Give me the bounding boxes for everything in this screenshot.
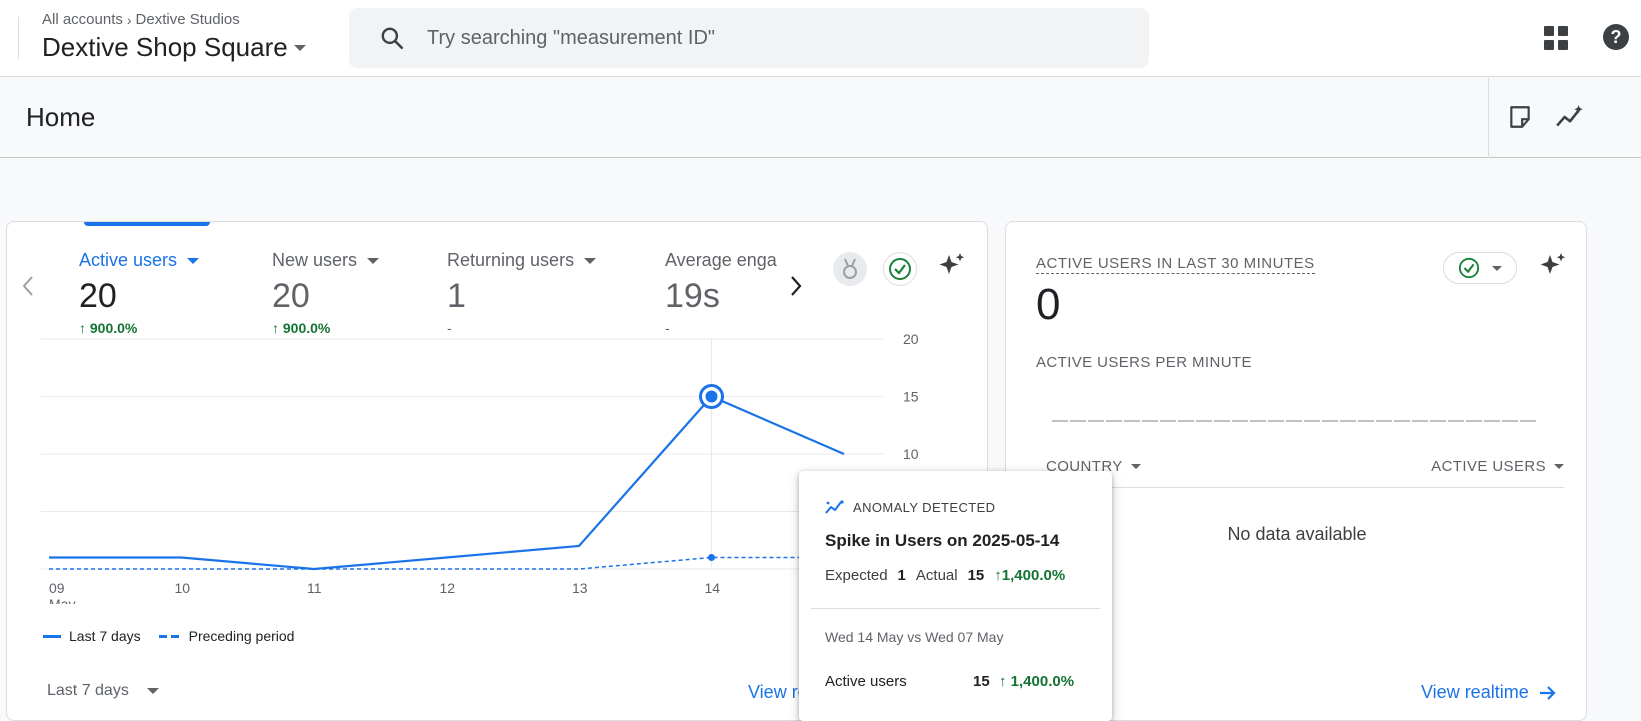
active-tab-indicator [84, 222, 210, 226]
sparkle-icon[interactable] [1538, 252, 1568, 287]
anomaly-header-label: ANOMALY DETECTED [853, 499, 996, 515]
anomaly-title: Spike in Users on 2025-05-14 [825, 531, 1060, 550]
search-icon [379, 25, 405, 56]
anomaly-header: ANOMALY DETECTED [825, 499, 995, 515]
metric-returning-users[interactable]: Returning users 1 - [447, 250, 597, 336]
breadcrumb-account[interactable]: Dextive Studios [136, 11, 240, 28]
highlight-point [705, 390, 718, 403]
caret-down-icon [187, 257, 200, 264]
anomaly-metric-row: Active users 15 ↑ 1,400.0% [825, 673, 1087, 690]
page-header: Home [0, 78, 1641, 158]
caret-down-icon [1492, 265, 1502, 271]
property-name: Dextive Shop Square [42, 32, 288, 62]
date-range-label: Last 7 days [47, 682, 129, 699]
metric-label: New users [272, 250, 358, 270]
realtime-value: 0 [1036, 280, 1061, 329]
x-tick-label: 09 [49, 580, 65, 596]
note-icon[interactable] [1507, 104, 1533, 135]
legend-item-previous: Preceding period [158, 628, 295, 644]
y-tick-label: 10 [903, 446, 919, 462]
x-tick-label: 12 [440, 580, 456, 596]
solid-line-swatch [43, 634, 61, 638]
chevron-left-icon[interactable] [21, 274, 35, 303]
series-line-current [49, 395, 845, 571]
legend-item-current: Last 7 days [43, 628, 141, 644]
view-realtime-label: View realtime [1421, 682, 1529, 702]
metric-label: Average enga [665, 250, 777, 270]
award-medal-icon[interactable] [833, 252, 867, 286]
metric-value: 19s [665, 277, 720, 315]
caret-down-icon [367, 257, 380, 264]
divider [1488, 78, 1489, 158]
y-tick-label: 20 [903, 334, 919, 347]
x-tick-label: 11 [307, 580, 322, 596]
check-circle-icon[interactable] [883, 252, 917, 286]
caret-down-icon [1130, 464, 1141, 469]
check-circle-icon [1458, 257, 1480, 279]
realtime-status-dropdown[interactable] [1443, 252, 1517, 284]
anomaly-values: Expected 1 Actual 15 ↑1,400.0% [825, 567, 1066, 584]
divider [18, 17, 19, 59]
metric-average-engagement[interactable]: Average enga 19s - [665, 250, 777, 336]
x-tick-label: 13 [572, 580, 588, 596]
x-tick-sublabel: May [49, 596, 75, 604]
realtime-subtitle: ACTIVE USERS PER MINUTE [1036, 354, 1252, 371]
caret-down-icon [146, 688, 159, 694]
metric-active-users[interactable]: Active users 20 ↑ 900.0% [79, 250, 200, 336]
metric-value: 20 [272, 277, 310, 315]
apps-grid-icon[interactable] [1544, 26, 1568, 50]
column-header-active-users[interactable]: ACTIVE USERS [1431, 458, 1564, 475]
series-line-preceding [49, 556, 844, 570]
arrow-right-icon [1539, 685, 1556, 700]
metric-label: Returning users [447, 250, 575, 270]
chevron-right-icon[interactable] [789, 274, 803, 303]
realtime-table-header: COUNTRY ACTIVE USERS [1046, 458, 1564, 488]
preceding-point [708, 554, 715, 561]
metric-value: 20 [79, 277, 117, 315]
chevron-right-icon: › [126, 11, 132, 28]
page-title: Home [26, 102, 96, 132]
chart-legend: Last 7 days Preceding period [43, 628, 304, 644]
legend-label: Preceding period [188, 628, 295, 644]
top-app-bar: All accounts › Dextive Studios Dextive S… [0, 0, 1641, 77]
realtime-title[interactable]: ACTIVE USERS IN LAST 30 MINUTES [1036, 255, 1315, 274]
search-input[interactable] [427, 8, 1127, 68]
property-selector[interactable]: Dextive Shop Square [42, 32, 306, 63]
metric-value: 1 [447, 277, 466, 315]
anomaly-tooltip: ANOMALY DETECTED Spike in Users on 2025-… [799, 471, 1112, 721]
date-range-selector[interactable]: Last 7 days [47, 682, 159, 700]
metric-value: 15 [973, 673, 990, 690]
divider [811, 608, 1100, 609]
x-tick-label: 14 [705, 580, 721, 596]
breadcrumb: All accounts › Dextive Studios [42, 11, 240, 28]
caret-down-icon [1554, 464, 1564, 469]
legend-label: Last 7 days [69, 628, 141, 644]
dashed-line-swatch [158, 634, 181, 638]
help-icon[interactable]: ? [1603, 24, 1629, 50]
insights-icon[interactable] [1555, 104, 1585, 135]
sparkle-icon[interactable] [937, 252, 967, 287]
metric-delta: ↑ 1,400.0% [999, 673, 1075, 690]
per-minute-bar-chart [1052, 420, 1538, 422]
y-tick-label: 15 [903, 389, 919, 405]
view-realtime-link[interactable]: View realtime [1421, 682, 1557, 703]
breadcrumb-all-accounts[interactable]: All accounts [42, 11, 123, 28]
anomaly-comparison: Wed 14 May vs Wed 07 May [825, 629, 1004, 645]
metric-label: Active users [825, 673, 907, 690]
metric-new-users[interactable]: New users 20 ↑ 900.0% [272, 250, 380, 336]
caret-down-icon [584, 257, 597, 264]
search-bar[interactable] [349, 8, 1149, 68]
anomaly-icon [825, 500, 844, 514]
caret-down-icon [293, 44, 306, 51]
x-tick-label: 10 [175, 580, 191, 596]
metric-label: Active users [79, 250, 178, 270]
